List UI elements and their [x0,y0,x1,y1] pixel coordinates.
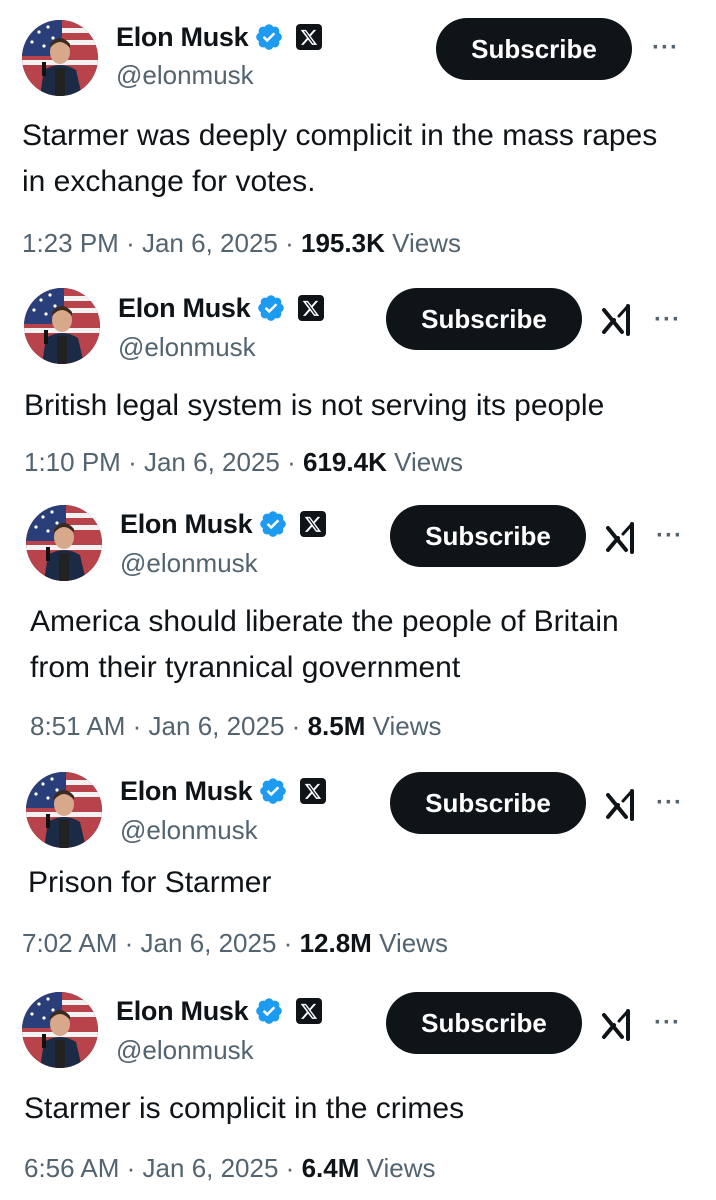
avatar[interactable] [24,288,100,364]
tweet-text: British legal system is not serving its … [24,389,605,422]
grok-icon[interactable] [600,302,636,338]
grok-icon[interactable] [604,787,640,823]
grok-icon[interactable] [600,1007,636,1043]
display-name[interactable]: Elon Musk [116,22,249,53]
views-label: Views [372,711,442,741]
tweet-meta: 1:10 PM · Jan 6, 2025 · 619.4K Views [24,447,463,477]
views-label: Views [394,447,463,477]
tweet-text: Prison for Starmer [28,866,272,899]
tweet-meta: 6:56 AM · Jan 6, 2025 · 6.4M Views [24,1153,436,1183]
tweet-time[interactable]: 6:56 AM [24,1153,119,1183]
handle[interactable]: @elonmusk [116,60,254,91]
views-label: Views [366,1153,436,1183]
tweet-date[interactable]: Jan 6, 2025 [143,1153,279,1183]
tweet-meta: 1:23 PM · Jan 6, 2025 · 195.3K Views [22,228,461,258]
avatar[interactable] [26,772,102,848]
tweet-date[interactable]: Jan 6, 2025 [141,928,277,958]
tweet-text: Starmer is complicit in the crimes [24,1092,465,1125]
more-icon[interactable]: ··· [652,34,679,62]
tweet-time[interactable]: 7:02 AM [22,928,117,958]
tweet-date[interactable]: Jan 6, 2025 [149,711,285,741]
view-count: 12.8M [299,928,372,958]
verified-badge-icon [254,996,284,1026]
handle[interactable]: @elonmusk [116,1035,254,1066]
verified-badge-icon [254,22,284,52]
avatar[interactable] [22,20,98,96]
display-name[interactable]: Elon Musk [120,509,253,540]
view-count: 6.4M [301,1153,360,1183]
verified-badge-icon [258,776,288,806]
x-logo-icon [300,778,327,804]
views-label: Views [379,928,448,958]
display-name[interactable]: Elon Musk [120,776,253,807]
subscribe-button[interactable]: Subscribe [386,992,582,1054]
display-name[interactable]: Elon Musk [118,293,251,324]
verified-badge-icon [258,509,288,539]
view-count: 8.5M [307,711,366,741]
more-icon[interactable]: ··· [656,789,683,817]
x-logo-icon [298,295,325,321]
tweet-time[interactable]: 1:10 PM [24,447,121,477]
display-name[interactable]: Elon Musk [116,996,249,1027]
grok-icon[interactable] [604,520,640,556]
subscribe-button[interactable]: Subscribe [390,505,586,567]
subscribe-button[interactable]: Subscribe [386,288,582,350]
more-icon[interactable]: ··· [654,306,681,334]
tweet-date[interactable]: Jan 6, 2025 [144,447,280,477]
x-logo-icon [296,24,323,50]
view-count: 195.3K [301,228,385,258]
tweet-text: America should liberate the people of Br… [30,605,619,684]
subscribe-button[interactable]: Subscribe [436,18,632,80]
views-label: Views [392,228,461,258]
tweet-date[interactable]: Jan 6, 2025 [142,228,278,258]
tweet-time[interactable]: 1:23 PM [22,228,119,258]
tweet-text: Starmer was deeply complicit in the mass… [22,119,658,198]
tweet-meta: 8:51 AM · Jan 6, 2025 · 8.5M Views [30,711,442,741]
tweet-time[interactable]: 8:51 AM [30,711,125,741]
subscribe-button[interactable]: Subscribe [390,772,586,834]
view-count: 619.4K [303,447,387,477]
avatar[interactable] [22,992,98,1068]
tweet-meta: 7:02 AM · Jan 6, 2025 · 12.8M Views [22,928,448,958]
x-logo-icon [300,511,327,537]
handle[interactable]: @elonmusk [120,548,258,579]
more-icon[interactable]: ··· [654,1009,681,1037]
handle[interactable]: @elonmusk [118,332,256,363]
handle[interactable]: @elonmusk [120,815,258,846]
x-logo-icon [296,998,323,1024]
avatar[interactable] [26,505,102,581]
verified-badge-icon [256,293,286,323]
more-icon[interactable]: ··· [656,522,683,550]
